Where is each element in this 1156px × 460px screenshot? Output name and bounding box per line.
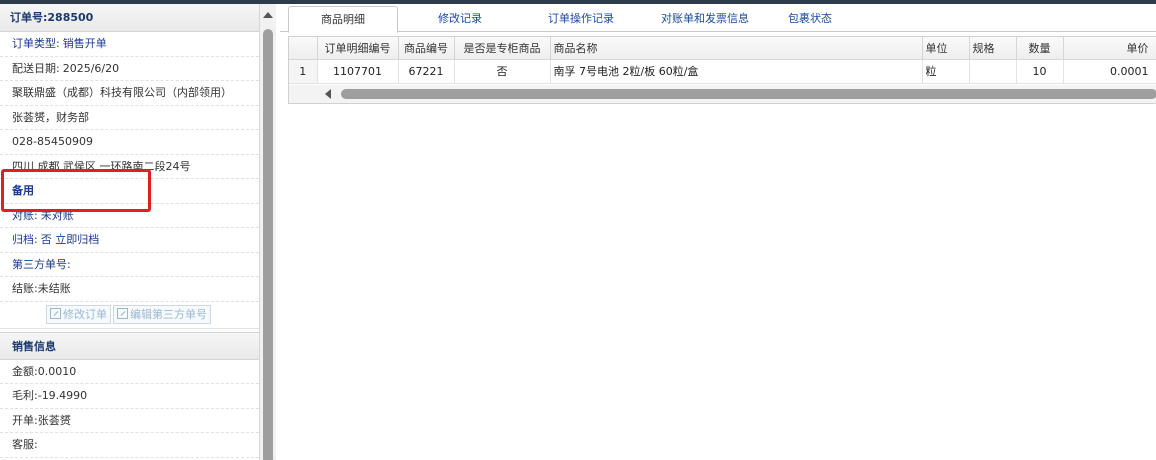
edit-icon xyxy=(117,307,128,319)
scroll-up-arrow-icon[interactable] xyxy=(263,12,273,18)
issuer-row: 开单:张荟赟 xyxy=(0,409,259,433)
tab-bar: 商品明细 修改记录 订单操作记录 对账单和发票信息 包裹状态 xyxy=(280,4,1156,33)
spec-cell xyxy=(969,59,1017,84)
third-party-number-row: 第三方单号: xyxy=(0,253,259,277)
detail-id-cell: 1107701 xyxy=(317,59,399,84)
tab-statement-invoice[interactable]: 对账单和发票信息 xyxy=(640,6,770,32)
horizontal-scrollbar-thumb[interactable] xyxy=(341,89,1156,99)
order-type-row: 订单类型: 销售开单 xyxy=(0,32,259,57)
archive-now-link[interactable]: 否 立即归档 xyxy=(41,233,100,246)
column-header xyxy=(289,37,318,60)
scrollbar-thumb[interactable] xyxy=(263,29,273,460)
unit-price-cell: 0.0001 xyxy=(1063,59,1156,84)
tab-edit-history[interactable]: 修改记录 xyxy=(410,6,510,32)
column-header[interactable]: 单位 xyxy=(922,37,970,60)
sales-info-header: 销售信息 xyxy=(0,331,259,360)
product-code-link[interactable]: 67221 xyxy=(398,59,455,84)
delivery-date-value: 2025/6/20 xyxy=(62,61,120,75)
column-header[interactable]: 商品名称 xyxy=(550,37,923,60)
tab-order-operation-log[interactable]: 订单操作记录 xyxy=(526,6,636,32)
gross-profit-value: -19.4990 xyxy=(37,389,88,402)
column-header[interactable]: 是否是专柜商品 xyxy=(454,37,551,60)
settlement-row: 结账:未结账 xyxy=(0,277,259,302)
tab-package-status[interactable]: 包裹状态 xyxy=(770,6,850,32)
table-header-row: 订单明细编号 商品编号 是否是专柜商品 商品名称 单位 规格 数量 单价 xyxy=(289,37,1156,60)
scroll-left-arrow-icon[interactable] xyxy=(325,89,331,99)
table-row[interactable]: 1 1107701 67221 否 南孚 7号电池 2粒/板 60粒/盒 粒 1… xyxy=(289,59,1156,84)
column-header[interactable]: 订单明细编号 xyxy=(317,37,399,60)
order-type-value: 销售开单 xyxy=(62,37,107,50)
gross-profit-row: 毛利:-19.4990 xyxy=(0,384,259,409)
amount-row: 金额:0.0010 xyxy=(0,360,259,384)
edit-icon xyxy=(50,307,61,319)
amount-value: 0.0010 xyxy=(37,364,77,378)
product-table: 订单明细编号 商品编号 是否是专柜商品 商品名称 单位 规格 数量 单价 1 1… xyxy=(289,37,1156,84)
column-header[interactable]: 数量 xyxy=(1016,37,1064,60)
order-number-header: 订单号:288500 xyxy=(0,4,259,32)
contact-person: 张荟赟，财务部 xyxy=(0,106,259,130)
unit-cell: 粒 xyxy=(922,59,970,84)
issuer-value: 张荟赟 xyxy=(37,413,71,427)
edit-order-button[interactable]: 修改订单 xyxy=(46,304,111,324)
order-number: 288500 xyxy=(47,11,94,24)
order-number-label: 订单号: xyxy=(10,11,48,24)
column-header[interactable]: 规格 xyxy=(969,37,1017,60)
product-name-link[interactable]: 南孚 7号电池 2粒/板 60粒/盒 xyxy=(550,59,923,84)
highlight-box xyxy=(1,169,151,212)
left-panel-scrollbar[interactable] xyxy=(260,4,276,460)
archive-row: 归档: 否 立即归档 xyxy=(0,228,259,253)
order-info-panel: 订单号:288500 订单类型: 销售开单 配送日期: 2025/6/20 聚联鼎盛… xyxy=(0,4,260,460)
product-grid: 订单明细编号 商品编号 是否是专柜商品 商品名称 单位 规格 数量 单价 1 1… xyxy=(288,36,1156,104)
edit-third-party-button[interactable]: 编辑第三方单号 xyxy=(113,304,211,324)
settlement-status: 未结账 xyxy=(37,282,71,295)
customer-company: 聚联鼎盛（成都）科技有限公司（内部领用） xyxy=(0,81,259,106)
order-actions: 修改订单 编辑第三方单号 xyxy=(0,302,259,329)
row-number: 1 xyxy=(289,59,318,84)
detail-panel: 商品明细 修改记录 订单操作记录 对账单和发票信息 包裹状态 订单明细编号 商品… xyxy=(280,4,1156,460)
customer-service-row: 客服: xyxy=(0,433,259,458)
delivery-date-row: 配送日期: 2025/6/20 xyxy=(0,57,259,81)
column-header[interactable]: 商品编号 xyxy=(398,37,455,60)
quantity-cell: 10 xyxy=(1016,59,1064,84)
grid-horizontal-scrollbar[interactable] xyxy=(289,85,1156,103)
counter-product-cell: 否 xyxy=(454,59,551,84)
contact-phone: 028-85450909 xyxy=(0,130,259,155)
tab-product-details[interactable]: 商品明细 xyxy=(288,6,398,33)
column-header[interactable]: 单价 xyxy=(1063,37,1156,60)
